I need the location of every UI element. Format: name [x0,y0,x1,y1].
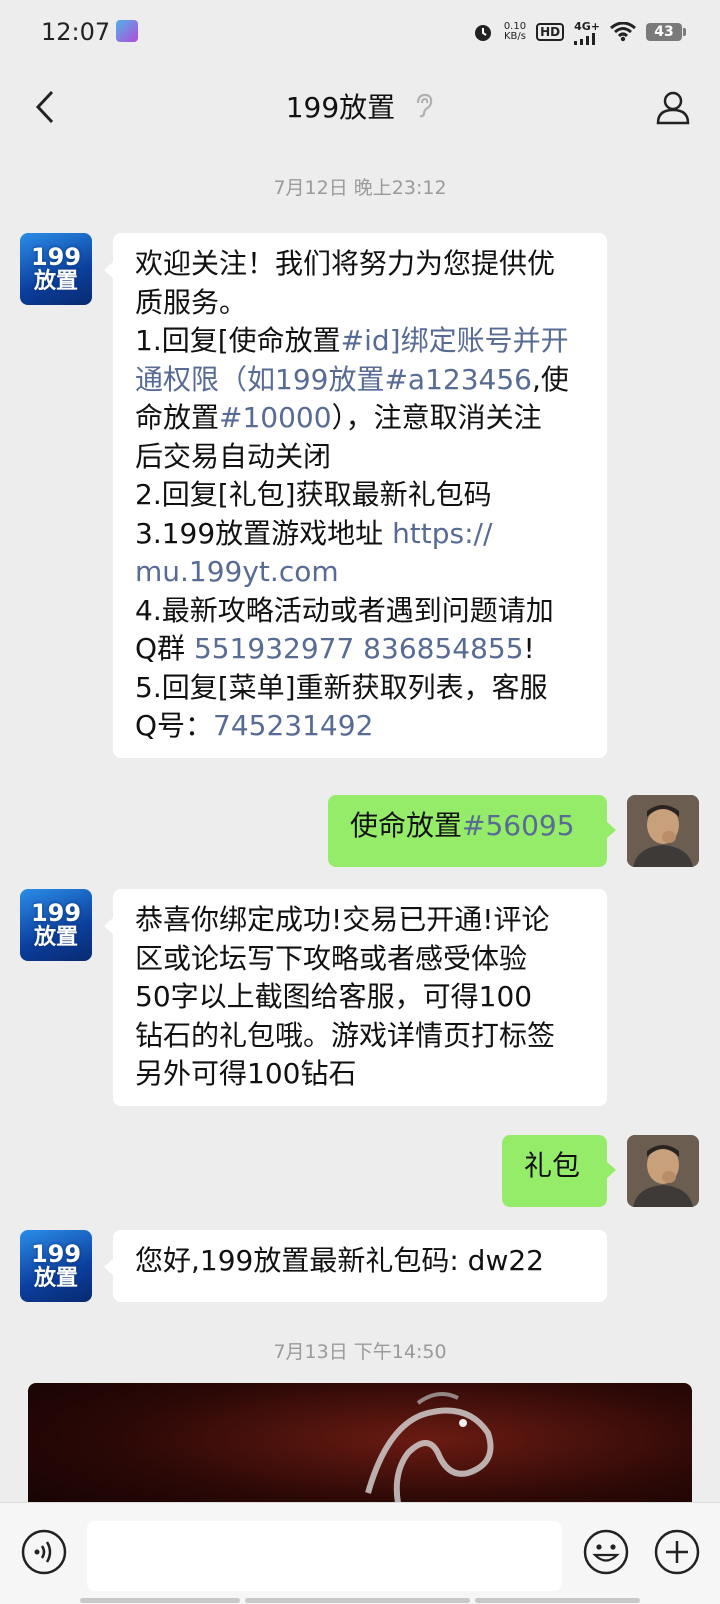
message-link[interactable]: 通权限（如199放置 [135,363,384,396]
chat-header: 199放置 [0,64,720,150]
chat-title: 199放置 [285,91,396,124]
gesture-bar [475,1598,640,1603]
incoming-message-bubble[interactable]: 恭喜你绑定成功!交易已开通!评论 区或论坛写下攻略或者感受体验 50字以上截图给… [104,889,607,1106]
chat-info-button[interactable] [650,84,696,130]
status-icons: 0.10 KB/s HD 4G+ 43 [472,18,686,46]
status-bar: 12:07 0.10 KB/s HD 4G+ 43 [0,0,720,64]
user-photo-icon [627,795,699,867]
user-photo-icon [627,1135,699,1207]
url-link[interactable]: mu.199yt.com [135,553,585,592]
profile-icon [656,91,690,125]
input-bar [0,1502,720,1604]
sender-avatar[interactable]: 199 放置 [20,1230,92,1302]
sender-avatar[interactable]: 199 放置 [20,889,92,961]
chat-timestamp: 7月12日 晚上23:12 [273,177,447,199]
network-type: 4G+ [574,19,600,33]
outgoing-message-bubble[interactable]: 使命放置#56095 [328,795,616,867]
voice-icon [21,1529,67,1575]
chat-title-area: 199放置 [0,86,720,126]
incoming-message-bubble[interactable]: 您好,199放置最新礼包码: dw22 [104,1230,607,1302]
message-link[interactable]: #id]绑定账号并开 [341,324,569,357]
notification-app-icon [116,20,138,42]
message-link[interactable]: #a123456 [384,363,532,396]
chat-timestamp: 7月13日 下午14:50 [273,1341,447,1363]
phone-number-link[interactable]: 745231492 [213,709,373,742]
emoji-button[interactable] [582,1528,630,1576]
dragon-image [365,1392,494,1504]
sender-avatar[interactable]: 199 放置 [20,233,92,305]
ear-icon [417,93,433,118]
gesture-bar [80,1598,240,1603]
battery-icon: 43 [646,23,686,41]
message-input[interactable] [87,1521,562,1591]
hd-badge: HD [536,23,565,41]
plus-icon [654,1529,700,1575]
outgoing-message-bubble[interactable]: 礼包 [502,1135,616,1207]
my-avatar[interactable] [627,1135,699,1207]
more-button[interactable] [653,1528,701,1576]
phone-number-link[interactable]: 551932977 836854855 [194,632,524,665]
incoming-message-bubble[interactable]: 欢迎关注！我们将努力为您提供优 质服务。 1.回复[使命放置#id]绑定账号并开… [104,233,607,758]
gesture-bar [245,1598,470,1603]
my-avatar[interactable] [627,795,699,867]
message-link[interactable]: #10000 [219,401,332,434]
message-link[interactable]: #56095 [462,809,575,842]
net-speed: 0.10 KB/s [503,21,527,42]
status-time: 12:07 [41,18,111,46]
signal-icon: 4G+ [574,20,600,45]
wifi-icon [610,22,636,42]
emoji-icon [583,1529,629,1575]
alarm-icon [474,25,491,41]
voice-button[interactable] [20,1528,68,1576]
url-link[interactable]: https:// [392,517,492,550]
